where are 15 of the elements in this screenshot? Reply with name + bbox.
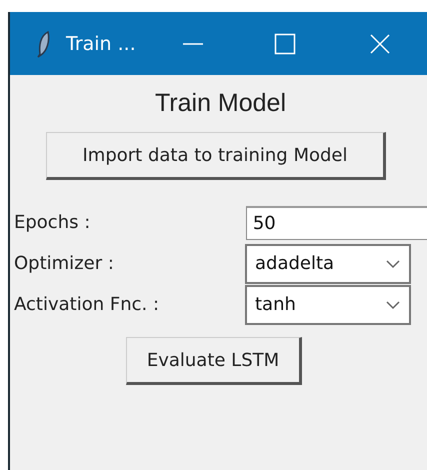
- dropdown[interactable]: adadelta: [245, 244, 411, 284]
- chevron-down-icon: [385, 300, 401, 310]
- evaluate-button[interactable]: Evaluate LSTM: [126, 337, 302, 385]
- close-icon[interactable]: [369, 32, 391, 54]
- field-label: Optimizer :: [14, 253, 115, 274]
- input-field[interactable]: 50: [246, 206, 427, 240]
- maximize-icon[interactable]: [274, 32, 296, 54]
- feather-icon: [36, 30, 52, 58]
- import-button[interactable]: Import data to training Model: [46, 132, 386, 180]
- window-title: Train ...: [66, 32, 137, 54]
- chevron-down-icon: [385, 258, 401, 268]
- field-label: Epochs :: [14, 212, 92, 233]
- heading: Train Model: [154, 89, 286, 118]
- dropdown[interactable]: tanh: [245, 284, 411, 324]
- field-label: Activation Fnc. :: [14, 294, 160, 315]
